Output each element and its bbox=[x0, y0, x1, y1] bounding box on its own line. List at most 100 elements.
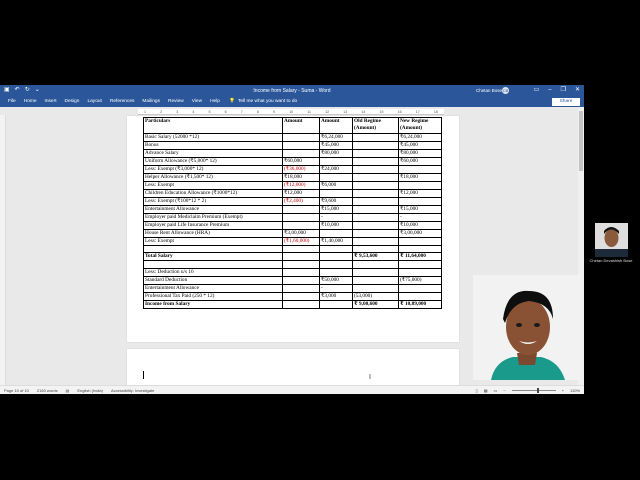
table-cell[interactable]: (₹36,000) bbox=[282, 164, 320, 174]
table-cell[interactable]: (₹2,400) bbox=[282, 196, 320, 206]
table-cell[interactable] bbox=[282, 260, 320, 269]
accessibility-status[interactable]: Accessibility: Investigate bbox=[111, 388, 154, 393]
table-cell[interactable] bbox=[352, 220, 399, 230]
table-cell[interactable] bbox=[398, 244, 442, 254]
table-cell[interactable] bbox=[282, 276, 320, 285]
table-cell[interactable] bbox=[352, 132, 399, 142]
share-button[interactable]: Share bbox=[552, 98, 580, 106]
table-cell[interactable]: ₹10,000 bbox=[398, 220, 442, 230]
vertical-ruler[interactable] bbox=[0, 115, 6, 385]
tab-insert[interactable]: Insert bbox=[45, 99, 57, 104]
salary-table[interactable]: Particulars Amount Amount Old Regime (Amoun… bbox=[143, 117, 442, 309]
avatar[interactable]: CB bbox=[502, 87, 509, 94]
table-cell[interactable] bbox=[398, 164, 442, 174]
table-cell[interactable] bbox=[319, 252, 353, 262]
table-cell[interactable] bbox=[319, 228, 353, 238]
table-cell[interactable]: ₹3,00,000 bbox=[282, 228, 320, 238]
table-cell[interactable]: ₹60,000 bbox=[398, 156, 442, 166]
table-cell[interactable] bbox=[319, 172, 353, 182]
scrollbar-thumb[interactable] bbox=[579, 111, 583, 171]
table-cell[interactable]: Less: Deduction u/s 16 bbox=[143, 268, 283, 277]
table-cell[interactable] bbox=[352, 276, 399, 285]
table-cell[interactable]: Uniform Allowance (₹5,000* 12) bbox=[143, 156, 283, 166]
table-cell[interactable]: Less: Exempt bbox=[143, 236, 283, 246]
table-cell[interactable] bbox=[282, 140, 320, 150]
table-cell[interactable]: House Rent Allowance (HRA) bbox=[143, 228, 283, 238]
table-cell[interactable]: Less: Exempt bbox=[143, 180, 283, 190]
table-cell[interactable] bbox=[398, 196, 442, 206]
table-cell[interactable] bbox=[319, 300, 353, 309]
table-cell[interactable] bbox=[282, 284, 320, 293]
table-cell[interactable]: ₹12,000 bbox=[282, 188, 320, 198]
table-cell[interactable] bbox=[282, 220, 320, 230]
table-cell[interactable] bbox=[352, 140, 399, 150]
proofing-icon[interactable]: ▤ bbox=[66, 388, 70, 393]
table-cell[interactable] bbox=[319, 156, 353, 166]
table-cell[interactable] bbox=[352, 164, 399, 174]
zoom-slider-thumb[interactable] bbox=[536, 388, 539, 393]
ribbon-display-icon[interactable]: ▭ bbox=[534, 87, 540, 94]
table-cell[interactable]: Employer paid Mediclaim Premium (Exempt) bbox=[143, 212, 283, 222]
table-cell[interactable] bbox=[319, 188, 353, 198]
table-cell[interactable]: Children Education Allowance (₹1000*12) bbox=[143, 188, 283, 198]
table-cell[interactable] bbox=[319, 244, 353, 254]
table-cell[interactable] bbox=[398, 236, 442, 246]
table-cell[interactable] bbox=[282, 244, 320, 254]
table-cell[interactable]: ₹50,000 bbox=[319, 276, 353, 285]
web-layout-icon[interactable]: ▭ bbox=[494, 388, 498, 393]
table-cell[interactable]: ₹10,000 bbox=[319, 220, 353, 230]
table-cell[interactable]: ₹6,24,000 bbox=[398, 132, 442, 142]
table-cell[interactable]: ₹80,000 bbox=[398, 148, 442, 158]
table-cell[interactable]: ₹3,000 bbox=[319, 292, 353, 301]
tab-file[interactable]: File bbox=[8, 99, 16, 104]
table-cell[interactable]: ₹1,40,000 bbox=[319, 236, 353, 246]
language[interactable]: English (India) bbox=[77, 388, 103, 393]
table-cell[interactable]: Basic Salary (52000 *12) bbox=[143, 132, 283, 142]
table-cell[interactable] bbox=[282, 268, 320, 277]
table-cell[interactable] bbox=[352, 236, 399, 246]
table-cell[interactable]: - bbox=[319, 284, 353, 293]
print-layout-icon[interactable]: ▦ bbox=[484, 388, 488, 393]
word-count[interactable]: 2160 words bbox=[37, 388, 58, 393]
table-cell[interactable] bbox=[143, 260, 283, 269]
table-cell[interactable]: ₹3,00,000 bbox=[398, 228, 442, 238]
table-cell[interactable] bbox=[319, 268, 353, 277]
table-cell[interactable] bbox=[398, 292, 442, 301]
tell-me-box[interactable]: 💡 Tell me what you want to do bbox=[229, 99, 297, 104]
document-page[interactable]: Particulars Amount Amount Old Regime (Amoun… bbox=[127, 116, 459, 342]
table-cell[interactable] bbox=[352, 268, 399, 277]
table-cell[interactable]: ₹12,000 bbox=[398, 188, 442, 198]
table-cell[interactable] bbox=[282, 300, 320, 309]
table-cell[interactable] bbox=[398, 268, 442, 277]
table-cell[interactable]: (₹75,000) bbox=[398, 276, 442, 285]
table-cell[interactable]: (₹1,60,000) bbox=[282, 236, 320, 246]
table-cell[interactable] bbox=[352, 228, 399, 238]
table-cell[interactable] bbox=[352, 156, 399, 166]
table-cell[interactable] bbox=[143, 244, 283, 254]
table-cell[interactable] bbox=[282, 252, 320, 262]
table-cell[interactable] bbox=[352, 212, 399, 222]
table-cell[interactable]: Professional Tax Paid (250 * 12) bbox=[143, 292, 283, 301]
tab-view[interactable]: View bbox=[192, 99, 202, 104]
table-cell[interactable]: ₹60,000 bbox=[282, 156, 320, 166]
table-cell[interactable] bbox=[319, 260, 353, 269]
table-cell[interactable]: ₹9,600 bbox=[319, 196, 353, 206]
zoom-slider[interactable] bbox=[511, 388, 556, 393]
table-cell[interactable]: (₹12,000) bbox=[282, 180, 320, 190]
table-cell[interactable] bbox=[352, 172, 399, 182]
table-cell[interactable]: Standard Deduction bbox=[143, 276, 283, 285]
zoom-out-icon[interactable]: − bbox=[503, 388, 505, 393]
close-icon[interactable]: ✕ bbox=[575, 87, 580, 94]
zoom-in-icon[interactable]: + bbox=[562, 388, 564, 393]
page-count[interactable]: Page 10 of 10 bbox=[4, 388, 29, 393]
table-cell[interactable] bbox=[352, 180, 399, 190]
table-cell[interactable] bbox=[398, 180, 442, 190]
table-cell[interactable] bbox=[282, 132, 320, 142]
table-cell[interactable] bbox=[282, 212, 320, 222]
table-cell[interactable]: ₹ 9,00,600 bbox=[352, 300, 399, 309]
tab-references[interactable]: References bbox=[110, 99, 135, 104]
zoom-level[interactable]: 110% bbox=[570, 388, 580, 393]
table-cell[interactable]: ₹ 11,64,000 bbox=[398, 252, 442, 262]
table-cell[interactable]: Bonus bbox=[143, 140, 283, 150]
table-cell[interactable]: ₹24,000 bbox=[319, 164, 353, 174]
